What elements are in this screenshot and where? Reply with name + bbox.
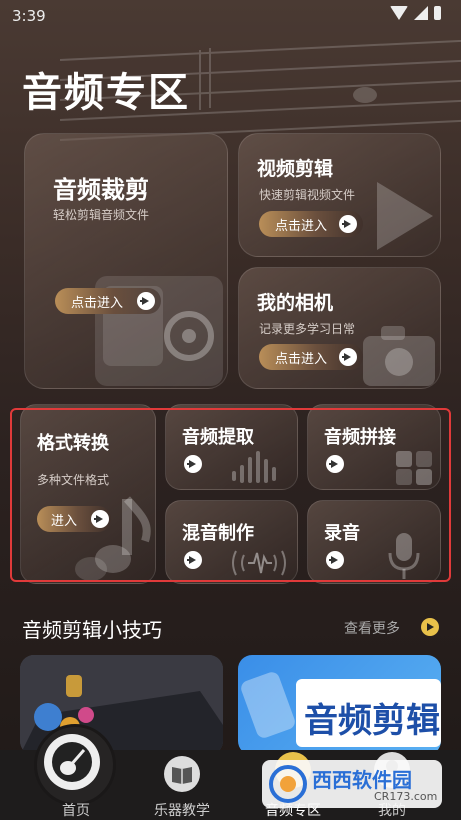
book-icon [172, 767, 192, 784]
status-time: 3:39 [12, 7, 46, 25]
audio-cut-enter-button[interactable]: 点击进入 [55, 288, 161, 314]
video-edit-subtitle: 快速剪辑视频文件 [259, 188, 356, 202]
watermark-brand: 西西软件园 [312, 768, 412, 792]
watermark: 西西软件园 CR173.com [262, 760, 442, 808]
audio-cut-title: 音频裁剪 [53, 176, 149, 204]
tab-home-label: 首页 [62, 803, 90, 819]
guitar-icon [52, 742, 92, 782]
play-icon [377, 182, 433, 250]
see-more-arrow-icon[interactable] [421, 618, 439, 636]
video-edit-card[interactable]: 视频剪辑 快速剪辑视频文件 点击进入 [238, 133, 441, 257]
battery-icon [434, 6, 441, 20]
tip-thumbnail-2[interactable]: 音频剪辑 [238, 655, 441, 755]
watermark-url: CR173.com [374, 790, 438, 803]
arrow-right-icon [339, 215, 357, 233]
wifi-icon [390, 6, 408, 20]
audio-player-icon [95, 276, 223, 386]
arrow-right-icon [339, 348, 357, 366]
camera-enter-button[interactable]: 点击进入 [259, 344, 363, 370]
tip-thumbnail-text: 音频剪辑 [304, 701, 440, 741]
camera-subtitle: 记录更多学习日常 [259, 322, 356, 336]
highlight-box [10, 408, 451, 582]
audio-cut-subtitle: 轻松剪辑音频文件 [53, 208, 150, 222]
video-edit-enter-button[interactable]: 点击进入 [259, 211, 363, 237]
tab-instrument-lessons[interactable]: 乐器教学 [136, 750, 228, 820]
tab-home[interactable]: 首页 [30, 724, 122, 820]
video-edit-title: 视频剪辑 [257, 158, 334, 180]
status-bar: 3:39 [0, 0, 461, 32]
camera-icon [363, 326, 435, 386]
arrow-right-icon [137, 292, 155, 310]
tips-title: 音频剪辑小技巧 [22, 618, 162, 642]
audio-cut-card[interactable]: 音频裁剪 轻松剪辑音频文件 点击进入 [24, 133, 228, 389]
page-title: 音频专区 [22, 70, 190, 116]
camera-title: 我的相机 [257, 292, 334, 314]
signal-icon [414, 6, 428, 20]
see-more-link[interactable]: 查看更多 [344, 618, 400, 638]
watermark-logo-icon [269, 765, 307, 803]
camera-card[interactable]: 我的相机 记录更多学习日常 点击进入 [238, 267, 441, 389]
tab-instrument-lessons-label: 乐器教学 [154, 803, 210, 819]
